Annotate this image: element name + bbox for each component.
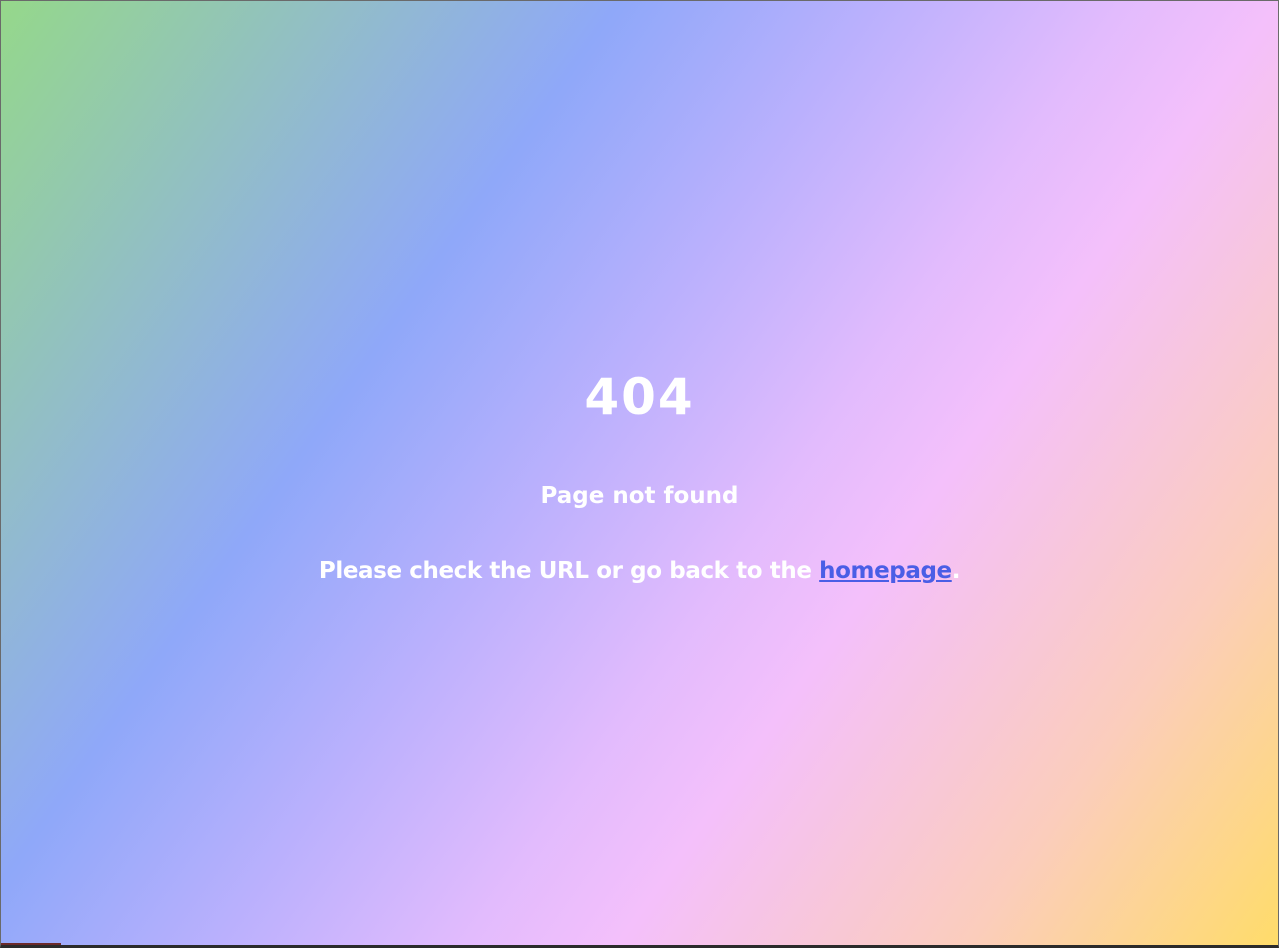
window-edge-strip: [1, 943, 61, 945]
error-message-prefix: Please check the URL or go back to the: [318, 558, 820, 584]
error-page: 404 Page not found Please check the URL …: [0, 0, 1279, 948]
error-message: Please check the URL or go back to the h…: [1, 556, 1278, 586]
homepage-link[interactable]: homepage: [819, 558, 952, 584]
error-title: Page not found: [540, 483, 739, 509]
error-code: 404: [584, 368, 695, 426]
error-message-suffix: .: [951, 558, 961, 584]
